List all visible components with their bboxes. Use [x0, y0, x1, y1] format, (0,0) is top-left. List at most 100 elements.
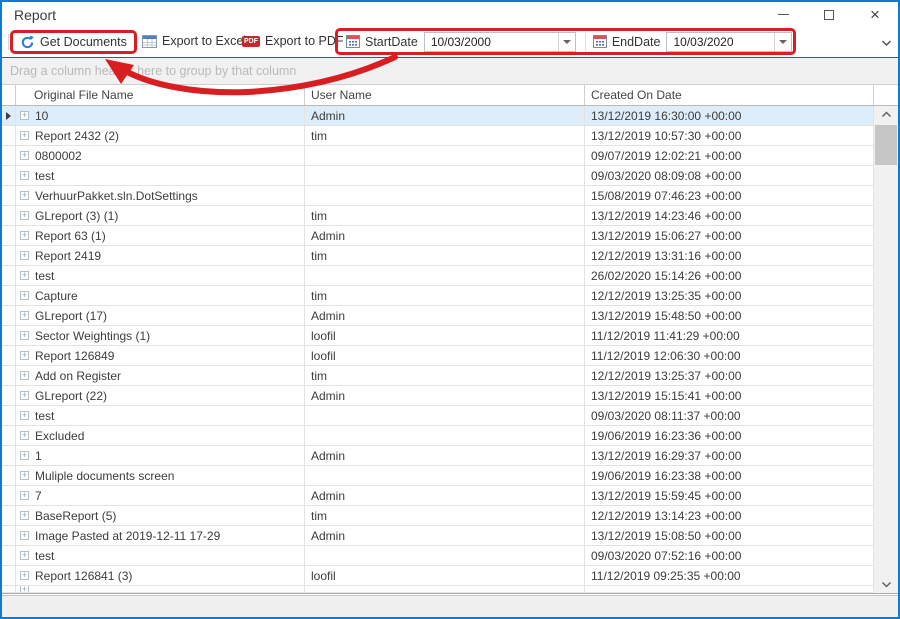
maximize-button[interactable]	[814, 2, 844, 27]
cell-original-file-name: +GLreport (3) (1)	[16, 206, 305, 226]
table-row[interactable]: +GLreport (22)Admin13/12/2019 15:15:41 +…	[2, 386, 874, 406]
annotation-box-get-documents: Get Documents	[10, 30, 137, 54]
enddate-input[interactable]: 10/03/2020	[667, 35, 774, 49]
table-row[interactable]: +Report 2432 (2)tim13/12/2019 10:57:30 +…	[2, 126, 874, 146]
toolbar-overflow-button[interactable]	[881, 36, 892, 50]
cell-created-on-date: 13/12/2019 16:29:37 +00:00	[585, 446, 874, 466]
table-row[interactable]: +VerhuurPakket.sln.DotSettings15/08/2019…	[2, 186, 874, 206]
cell-original-file-name: +	[16, 586, 305, 593]
expand-row-icon[interactable]: +	[20, 151, 29, 160]
enddate-dropdown-button[interactable]	[774, 33, 791, 51]
expand-row-icon[interactable]: +	[20, 391, 29, 400]
table-row[interactable]: +7Admin13/12/2019 15:59:45 +00:00	[2, 486, 874, 506]
row-gutter	[2, 186, 16, 206]
table-row[interactable]: +Add on Registertim12/12/2019 13:25:37 +…	[2, 366, 874, 386]
expand-row-icon[interactable]: +	[20, 111, 29, 120]
table-row[interactable]: +test26/02/2020 15:14:26 +00:00	[2, 266, 874, 286]
get-documents-button[interactable]: Get Documents	[20, 35, 127, 50]
expand-row-icon[interactable]: +	[20, 131, 29, 140]
expand-row-icon[interactable]: +	[20, 171, 29, 180]
table-row[interactable]: +test09/03/2020 08:09:08 +00:00	[2, 166, 874, 186]
cell-original-file-name: +1	[16, 446, 305, 466]
table-row[interactable]: +Image Pasted at 2019-12-11 17-29Admin13…	[2, 526, 874, 546]
cell-user-name	[305, 146, 585, 166]
cell-created-on-date: 12/12/2019 13:14:23 +00:00	[585, 506, 874, 526]
expand-row-icon[interactable]: +	[20, 491, 29, 500]
cell-original-file-name: +Report 2432 (2)	[16, 126, 305, 146]
grid-body: +10Admin13/12/2019 16:30:00 +00:00+Repor…	[2, 106, 874, 593]
expand-row-icon[interactable]: +	[20, 291, 29, 300]
file-name-text: Excluded	[35, 429, 84, 443]
expand-row-icon[interactable]: +	[20, 371, 29, 380]
expand-row-icon[interactable]: +	[20, 551, 29, 560]
table-row[interactable]: +Report 63 (1)Admin13/12/2019 15:06:27 +…	[2, 226, 874, 246]
close-button[interactable]: ×	[860, 2, 890, 27]
column-header-created-on-date[interactable]: Created On Date	[585, 85, 874, 105]
table-row[interactable]: +test09/03/2020 07:52:16 +00:00	[2, 546, 874, 566]
table-row[interactable]: +test09/03/2020 08:11:37 +00:00	[2, 406, 874, 426]
row-gutter	[2, 506, 16, 526]
group-by-panel[interactable]: Drag a column header here to group by th…	[2, 57, 898, 84]
file-name-text: GLreport (17)	[35, 309, 107, 323]
expand-row-icon[interactable]: +	[20, 411, 29, 420]
table-row[interactable]: +Report 2419tim12/12/2019 13:31:16 +00:0…	[2, 246, 874, 266]
table-row[interactable]: +Report 126849loofil11/12/2019 12:06:30 …	[2, 346, 874, 366]
table-row[interactable]: +10Admin13/12/2019 16:30:00 +00:00	[2, 106, 874, 126]
cell-user-name	[305, 466, 585, 486]
expand-row-icon[interactable]: +	[20, 351, 29, 360]
file-name-text: Report 126841 (3)	[35, 569, 132, 583]
expand-row-icon[interactable]: +	[20, 231, 29, 240]
table-row[interactable]: +Excluded19/06/2019 16:23:36 +00:00	[2, 426, 874, 446]
startdate-input[interactable]: 10/03/2000	[425, 35, 558, 49]
cell-original-file-name: +Report 63 (1)	[16, 226, 305, 246]
cell-original-file-name: +10	[16, 106, 305, 126]
cell-user-name	[305, 186, 585, 206]
chevron-up-icon	[881, 111, 892, 118]
table-row[interactable]: +Report 126841 (3)loofil11/12/2019 09:25…	[2, 566, 874, 586]
cell-user-name	[305, 406, 585, 426]
export-excel-button[interactable]: Export to Excel	[142, 34, 246, 48]
table-row[interactable]: +Muliple documents screen19/06/2019 16:2…	[2, 466, 874, 486]
close-icon: ×	[870, 6, 880, 23]
expand-row-icon[interactable]: +	[20, 511, 29, 520]
cell-user-name: Admin	[305, 486, 585, 506]
expand-row-icon[interactable]: +	[20, 471, 29, 480]
table-row[interactable]: +Sector Weightings (1)loofil11/12/2019 1…	[2, 326, 874, 346]
cell-original-file-name: +Capture	[16, 286, 305, 306]
expand-row-icon[interactable]: +	[20, 571, 29, 580]
scrollbar-up-button[interactable]	[874, 106, 898, 123]
row-gutter	[2, 346, 16, 366]
vertical-scrollbar[interactable]	[874, 106, 898, 593]
column-header-original-file-name[interactable]: Original File Name	[16, 85, 305, 105]
table-row[interactable]: +BaseReport (5)tim12/12/2019 13:14:23 +0…	[2, 506, 874, 526]
expand-row-icon[interactable]: +	[20, 271, 29, 280]
expand-row-icon[interactable]: +	[20, 251, 29, 260]
expand-row-icon[interactable]: +	[20, 311, 29, 320]
cell-original-file-name: +test	[16, 406, 305, 426]
table-row-partial[interactable]: +	[2, 586, 874, 593]
table-row[interactable]: +1Admin13/12/2019 16:29:37 +00:00	[2, 446, 874, 466]
expand-row-icon[interactable]: +	[20, 531, 29, 540]
table-row[interactable]: +GLreport (17)Admin13/12/2019 15:48:50 +…	[2, 306, 874, 326]
annotation-box-dates: StartDate 10/03/2000 EndDate 10/03/2020	[335, 28, 796, 55]
table-row[interactable]: +Capturetim12/12/2019 13:25:35 +00:00	[2, 286, 874, 306]
expand-row-icon[interactable]: +	[20, 211, 29, 220]
minimize-button[interactable]	[768, 2, 798, 27]
scrollbar-thumb[interactable]	[875, 125, 897, 165]
chevron-down-icon	[881, 581, 892, 588]
scrollbar-down-button[interactable]	[874, 576, 898, 593]
startdate-dropdown-button[interactable]	[558, 33, 575, 51]
row-gutter	[2, 546, 16, 566]
expand-row-icon[interactable]: +	[20, 191, 29, 200]
expand-row-icon[interactable]: +	[20, 431, 29, 440]
cell-user-name: loofil	[305, 326, 585, 346]
column-header-user-name[interactable]: User Name	[305, 85, 585, 105]
expand-row-icon[interactable]: +	[20, 586, 29, 593]
cell-original-file-name: +Image Pasted at 2019-12-11 17-29	[16, 526, 305, 546]
table-row[interactable]: +080000209/07/2019 12:02:21 +00:00	[2, 146, 874, 166]
expand-row-icon[interactable]: +	[20, 451, 29, 460]
export-pdf-button[interactable]: PDF Export to PDF	[242, 34, 344, 48]
expand-row-icon[interactable]: +	[20, 331, 29, 340]
table-row[interactable]: +GLreport (3) (1)tim13/12/2019 14:23:46 …	[2, 206, 874, 226]
group-by-hint: Drag a column header here to group by th…	[2, 64, 296, 78]
